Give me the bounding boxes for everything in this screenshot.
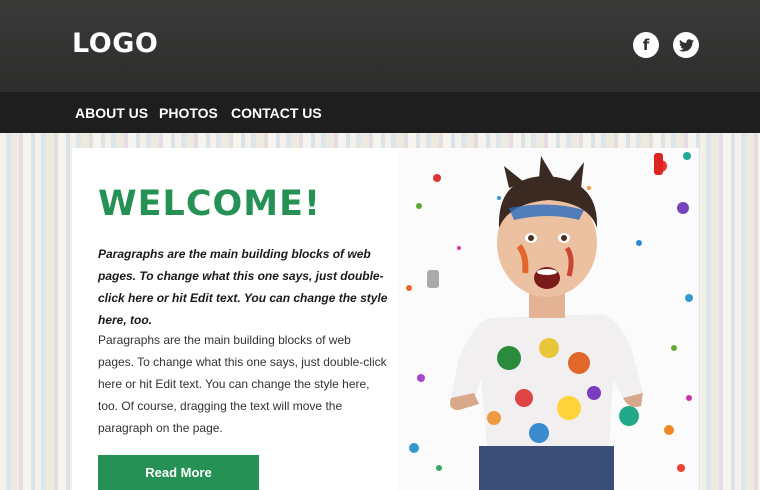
read-more-button[interactable]: Read More bbox=[98, 455, 259, 490]
body-paragraph: Paragraphs are the main building blocks … bbox=[98, 333, 387, 435]
page-title: WELCOME! bbox=[98, 184, 321, 224]
paint-splash-child-illustration bbox=[399, 148, 699, 490]
twitter-icon bbox=[678, 38, 694, 51]
intro-paragraph: Paragraphs are the main building blocks … bbox=[98, 247, 388, 327]
facebook-icon: f bbox=[642, 35, 650, 54]
site-header: LOGO f bbox=[0, 0, 760, 92]
facebook-button[interactable]: f bbox=[633, 32, 659, 58]
hero-photo bbox=[399, 148, 699, 490]
twitter-button[interactable] bbox=[673, 32, 699, 58]
nav-photos[interactable]: PHOTOS bbox=[159, 105, 218, 121]
site-logo[interactable]: LOGO bbox=[72, 28, 158, 59]
nav-contact-us[interactable]: CONTACT US bbox=[231, 105, 322, 121]
main-nav: ABOUT US PHOTOS CONTACT US bbox=[0, 92, 760, 133]
nav-about-us[interactable]: ABOUT US bbox=[75, 105, 148, 121]
